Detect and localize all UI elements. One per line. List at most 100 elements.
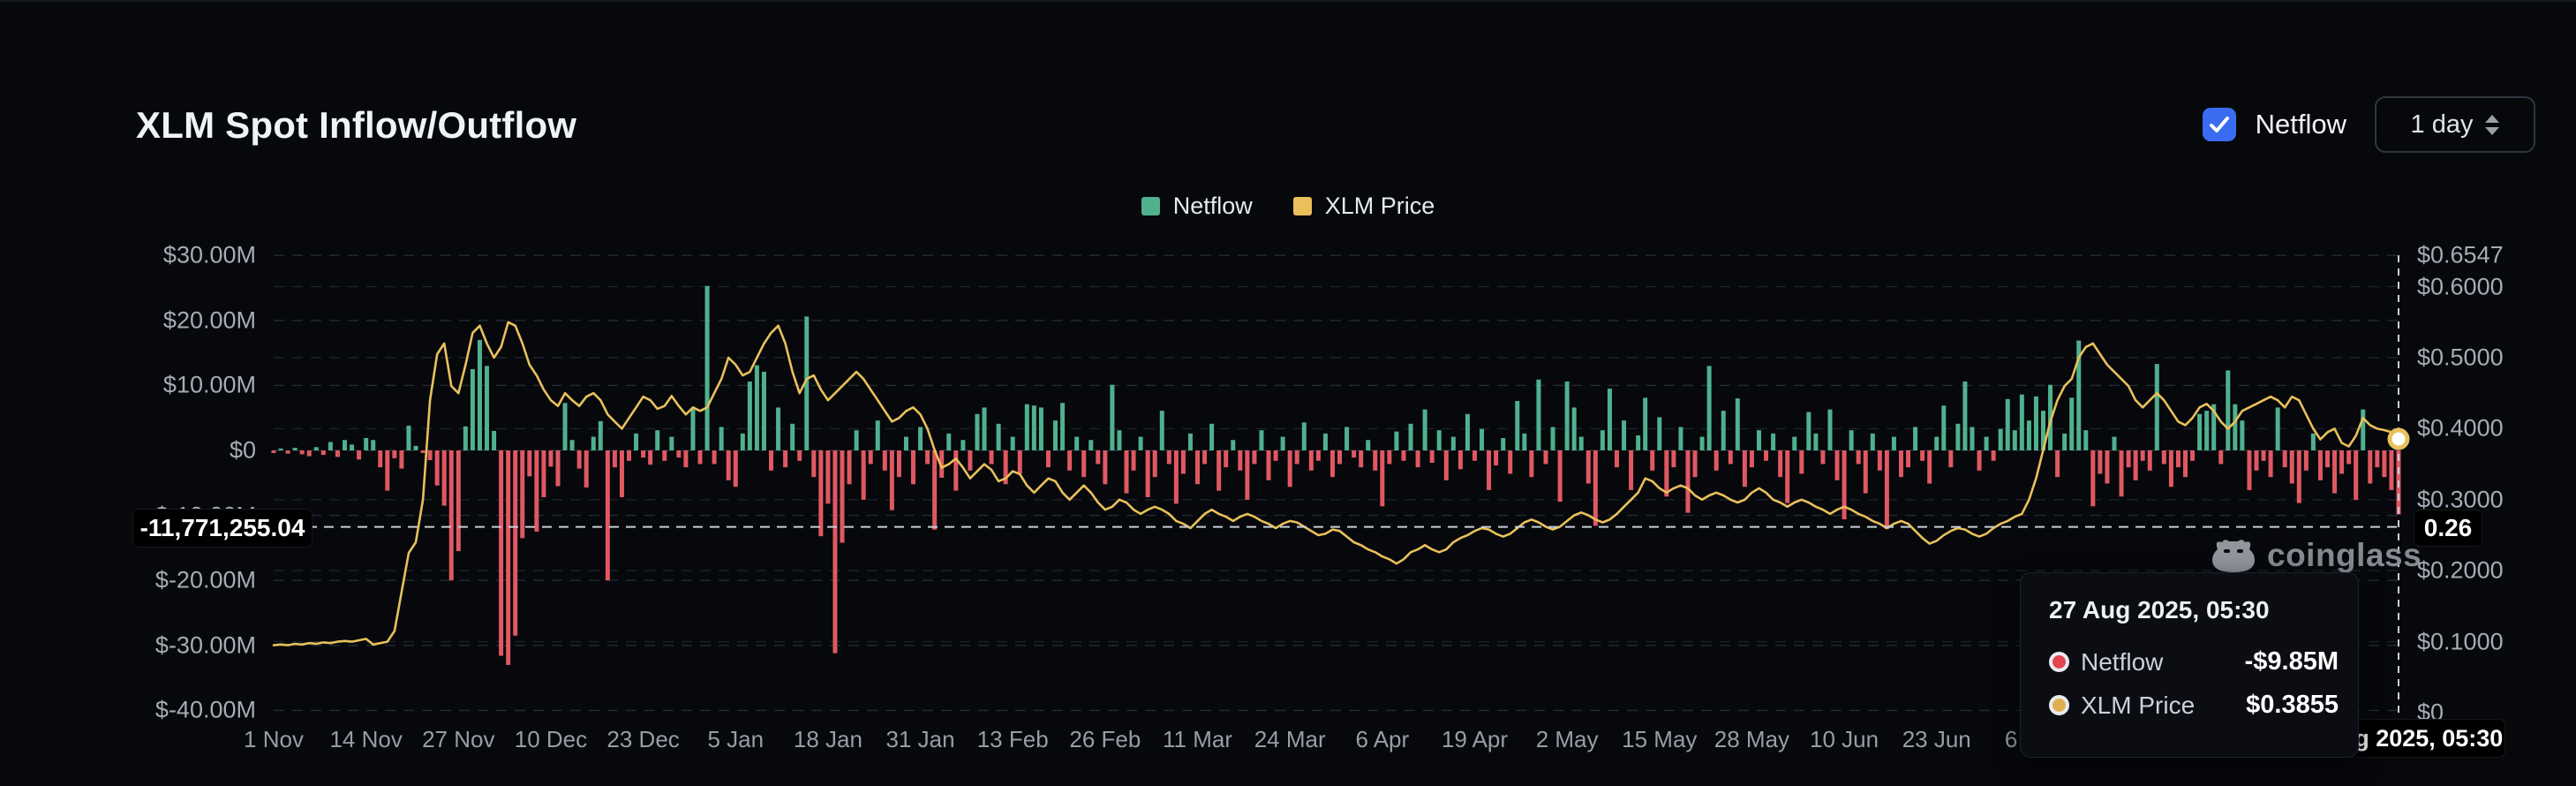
netflow-bar[interactable]	[421, 450, 426, 453]
netflow-bar[interactable]	[577, 450, 582, 469]
netflow-bar[interactable]	[1245, 450, 1249, 500]
netflow-bar[interactable]	[364, 438, 368, 450]
netflow-bar[interactable]	[975, 414, 979, 450]
netflow-bar[interactable]	[932, 450, 937, 530]
netflow-bar[interactable]	[840, 450, 845, 543]
netflow-bar[interactable]	[1394, 432, 1398, 450]
netflow-bar[interactable]	[563, 403, 568, 450]
netflow-bar[interactable]	[769, 450, 773, 471]
netflow-bar[interactable]	[1501, 438, 1505, 450]
netflow-bar[interactable]	[1857, 450, 1861, 464]
netflow-bar[interactable]	[1081, 450, 1086, 477]
netflow-bar[interactable]	[1281, 437, 1285, 450]
netflow-bar[interactable]	[1167, 450, 1171, 464]
netflow-bar[interactable]	[1785, 450, 1789, 503]
netflow-bar[interactable]	[1444, 450, 1449, 480]
netflow-bar[interactable]	[1181, 450, 1186, 473]
netflow-bar[interactable]	[2176, 450, 2181, 467]
netflow-bar[interactable]	[428, 450, 433, 460]
netflow-bar[interactable]	[2389, 450, 2393, 490]
netflow-bar[interactable]	[1053, 420, 1058, 450]
netflow-bar[interactable]	[1416, 450, 1420, 467]
netflow-bar[interactable]	[2276, 407, 2280, 450]
netflow-bar[interactable]	[1806, 412, 1811, 450]
netflow-bar[interactable]	[1117, 430, 1121, 450]
netflow-bar[interactable]	[272, 450, 276, 453]
netflow-bar[interactable]	[2325, 450, 2330, 467]
netflow-bar[interactable]	[293, 448, 298, 450]
netflow-bar[interactable]	[1458, 450, 1463, 469]
netflow-bar[interactable]	[1060, 403, 1065, 450]
netflow-bar[interactable]	[534, 450, 539, 532]
netflow-bar[interactable]	[1401, 450, 1405, 461]
netflow-bar[interactable]	[2226, 370, 2230, 450]
netflow-bar[interactable]	[406, 426, 411, 450]
netflow-bar[interactable]	[790, 424, 795, 450]
netflow-bar[interactable]	[1465, 414, 1470, 450]
netflow-bar[interactable]	[371, 440, 375, 450]
netflow-bar[interactable]	[1813, 434, 1818, 450]
netflow-bar[interactable]	[1252, 450, 1256, 464]
netflow-bar[interactable]	[918, 427, 923, 450]
netflow-bar[interactable]	[399, 450, 403, 469]
netflow-bar[interactable]	[990, 450, 994, 464]
netflow-bar[interactable]	[541, 450, 546, 497]
netflow-bar[interactable]	[1636, 435, 1640, 450]
netflow-bar[interactable]	[2169, 450, 2173, 487]
netflow-bar[interactable]	[492, 431, 496, 450]
netflow-bar[interactable]	[2361, 410, 2365, 450]
netflow-bar[interactable]	[1878, 450, 1882, 471]
netflow-bar[interactable]	[1380, 450, 1384, 506]
netflow-bar[interactable]	[1146, 450, 1150, 497]
netflow-bar[interactable]	[755, 366, 759, 450]
netflow-bar[interactable]	[2141, 450, 2145, 461]
netflow-bar[interactable]	[2090, 450, 2095, 506]
netflow-bar[interactable]	[1842, 450, 1847, 519]
netflow-bar[interactable]	[2020, 395, 2024, 450]
netflow-bar[interactable]	[683, 450, 688, 467]
netflow-bar[interactable]	[513, 450, 517, 636]
netflow-bar[interactable]	[321, 450, 326, 455]
netflow-bar[interactable]	[847, 450, 852, 484]
netflow-bar[interactable]	[1437, 430, 1442, 450]
netflow-bar[interactable]	[1110, 385, 1114, 450]
netflow-bar[interactable]	[1096, 450, 1100, 464]
netflow-bar[interactable]	[1288, 450, 1292, 487]
netflow-bar[interactable]	[314, 447, 319, 450]
netflow-bar[interactable]	[1871, 434, 1875, 450]
netflow-bar[interactable]	[634, 434, 638, 450]
netflow-bar[interactable]	[357, 450, 361, 459]
netflow-bar[interactable]	[953, 450, 958, 491]
netflow-bar[interactable]	[1729, 450, 1733, 464]
netflow-bar[interactable]	[2254, 450, 2258, 471]
netflow-bar[interactable]	[897, 450, 901, 477]
netflow-bar[interactable]	[2240, 420, 2244, 450]
netflow-bar[interactable]	[2247, 450, 2251, 490]
netflow-bar[interactable]	[1771, 434, 1775, 450]
netflow-bar[interactable]	[1927, 450, 1932, 484]
netflow-bar[interactable]	[1487, 450, 1491, 490]
netflow-bar[interactable]	[2290, 450, 2294, 484]
netflow-bar[interactable]	[1892, 437, 1896, 450]
netflow-bar[interactable]	[1743, 450, 1747, 487]
netflow-bar[interactable]	[1778, 450, 1782, 477]
netflow-bar[interactable]	[883, 450, 887, 471]
netflow-bar[interactable]	[904, 437, 908, 450]
netflow-bar[interactable]	[506, 450, 510, 665]
netflow-bar[interactable]	[300, 450, 305, 454]
netflow-bar[interactable]	[485, 366, 489, 450]
netflow-bar[interactable]	[641, 450, 645, 457]
netflow-bar[interactable]	[599, 421, 603, 450]
netflow-bar[interactable]	[2105, 450, 2109, 484]
netflow-bar[interactable]	[734, 450, 738, 487]
netflow-bar[interactable]	[527, 450, 531, 476]
netflow-bar[interactable]	[328, 442, 333, 450]
netflow-bar[interactable]	[2083, 430, 2088, 450]
netflow-bar[interactable]	[584, 450, 589, 487]
netflow-bar[interactable]	[1948, 450, 1953, 467]
netflow-bar[interactable]	[1160, 411, 1164, 450]
netflow-bar[interactable]	[1330, 450, 1335, 477]
netflow-bar[interactable]	[2262, 450, 2266, 461]
netflow-bar[interactable]	[1202, 450, 1207, 464]
netflow-bar[interactable]	[2368, 450, 2372, 484]
